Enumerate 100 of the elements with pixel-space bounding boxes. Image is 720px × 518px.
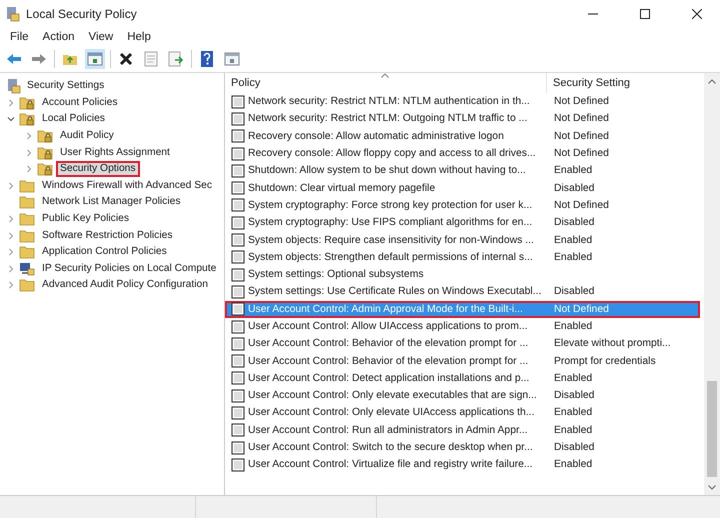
policy-name: User Account Control: Switch to the secure desktop when pr... [247,442,534,454]
security-setting: Enabled [553,407,592,418]
policy-icon [231,181,245,196]
policy-row[interactable]: Network security: Restrict NTLM: NTLM authentication in th... Not Defined [225,93,700,110]
security-setting: Disabled [553,442,594,454]
policy-name: Network security: Restrict NTLM: NTLM authentication in th... [247,96,531,108]
close-icon [692,9,702,19]
security-setting: Enabled [553,252,592,263]
policy-row[interactable]: System objects: Strengthen default permissions of internal s... Enabled [225,248,700,266]
policy-name: User Account Control: Only elevate UIAccess applications th... [247,407,536,418]
window-title: Local Security Policy [26,7,138,21]
policy-icon [231,371,245,386]
tree-item[interactable]: Account Policies [38,94,122,111]
tree-item[interactable]: Security Options [56,161,140,178]
policy-name: User Account Control: Allow UIAccess applications to prom... [247,321,529,332]
tree-item[interactable]: Public Key Policies [38,211,133,228]
tree-item[interactable]: Advanced Audit Policy Configuration [38,277,212,294]
locked-folder-icon [37,162,53,176]
policy-row[interactable]: Shutdown: Clear virtual memory pagefile Disabled [225,179,700,197]
policy-icon [231,320,245,334]
policy-row[interactable]: Network security: Restrict NTLM: Outgoing NTLM traffic to ... Not Defined [225,110,700,128]
security-setting: Not Defined [553,304,609,315]
policy-icon [231,458,245,472]
tree-item[interactable]: Security Settings [25,80,106,92]
folder-icon [19,195,35,210]
help-icon [201,51,213,67]
folder-icon [19,278,35,292]
security-settings-icon [6,78,22,94]
policy-icon [231,406,245,420]
policy-icon [231,354,245,368]
policy-row[interactable]: User Account Control: Only elevate UIAccess applications th... Enabled [225,404,700,422]
policy-row[interactable]: User Account Control: Behavior of the elevation prompt for ... Elevate without prompti... [225,335,700,352]
policy-icon [231,94,245,109]
policy-icon [231,423,245,438]
column-header[interactable]: Security Setting [547,73,687,93]
back-arrow-icon [6,53,22,65]
security-setting: Not Defined [553,130,609,142]
security-setting: Enabled [553,424,592,436]
policy-icon [231,233,245,248]
policy-row[interactable]: User Account Control: Switch to the secure desktop when pr... Disabled [225,438,700,456]
policy-row[interactable]: System cryptography: Force strong key protection for user k... Not Defined [225,196,700,214]
policy-name: Recovery console: Allow automatic administrative logon [247,130,505,142]
policy-name: Shutdown: Allow system to be shut down without having to... [247,165,527,176]
folder-up-icon [62,52,78,66]
security-setting: Disabled [553,182,594,194]
tree-item[interactable]: User Rights Assignment [56,144,174,161]
app-icon [6,6,20,22]
tree-item[interactable]: IP Security Policies on Local Compute [38,260,220,277]
tree-item[interactable]: Software Restriction Policies [38,228,176,244]
security-setting: Enabled [553,321,592,332]
scrollbar-thumb[interactable] [707,381,717,477]
tree-item[interactable]: Application Control Policies [38,244,171,260]
menu-item[interactable]: File [4,30,35,44]
menu-item[interactable]: Help [121,30,157,44]
policy-icon [231,146,245,161]
export-button[interactable] [166,49,186,69]
folder-icon [19,212,35,226]
policy-row[interactable]: User Account Control: Allow UIAccess applications to prom... Enabled [225,318,700,336]
policy-row[interactable]: User Account Control: Virtualize file and registry write failure... Enabled [225,456,700,474]
security-setting: Not Defined [553,96,609,108]
policy-icon [231,388,245,403]
policy-name: System cryptography: Use FIPS compliant algorithms for en... [247,217,534,228]
document-icon [144,51,158,67]
policy-row[interactable]: System settings: Use Certificate Rules on Windows Executabl... Disabled [225,283,700,301]
show-tree-button[interactable] [85,49,105,69]
locked-folder-icon [19,112,35,126]
policy-icon [231,198,245,212]
policy-row[interactable]: User Account Control: Behavior of the elevation prompt for ... Prompt for credentials [225,352,700,370]
locked-folder-icon [37,146,53,160]
policy-row[interactable]: Recovery console: Allow floppy copy and access to all drives... Not Defined [225,144,700,162]
policy-row[interactable]: User Account Control: Only elevate executables that are sign... Disabled [225,387,700,404]
policy-row[interactable]: User Account Control: Run all administrators in Admin Appr... Enabled [225,422,700,439]
security-setting: Not Defined [553,113,609,124]
policy-icon [231,216,245,230]
policy-name: System settings: Use Certificate Rules on Windows Executabl... [247,286,542,298]
policy-row[interactable]: Shutdown: Allow system to be shut down without having to... Enabled [225,162,700,180]
folder-icon [19,178,35,193]
window-icon [87,52,103,66]
security-setting: Not Defined [553,148,609,160]
policy-name: System cryptography: Force strong key protection for user k... [247,200,534,211]
menu-item[interactable]: Action [36,30,80,44]
policy-row[interactable]: Recovery console: Allow automatic administrative logon Not Defined [225,128,700,145]
policy-row[interactable]: User Account Control: Detect application installations and p... Enabled [225,370,700,388]
policy-name: System objects: Require case insensitivity for non-Windows ... [247,234,535,246]
down-caret-icon [708,484,716,490]
policy-name: System settings: Optional subsystems [247,269,425,280]
policy-row[interactable]: System cryptography: Use FIPS compliant algorithms for en... Disabled [225,214,700,232]
computer-icon [19,262,35,276]
policy-icon [231,164,245,178]
tree-item[interactable]: Network List Manager Policies [38,194,184,210]
policy-name: Recovery console: Allow floppy copy and access to all drives... [247,148,537,160]
tree-item[interactable]: Audit Policy [56,128,118,144]
policy-name: User Account Control: Detect application installations and p... [247,372,530,384]
policy-icon [231,284,245,299]
policy-row[interactable]: System objects: Require case insensitivity for non-Windows ... Enabled [225,231,700,249]
tree-item[interactable]: Local Policies [38,111,109,128]
column-header[interactable]: Policy [225,73,547,93]
menu-item[interactable]: View [82,30,120,44]
policy-row[interactable]: System settings: Optional subsystems [225,266,700,284]
tree-item[interactable]: Windows Firewall with Advanced Sec [38,178,216,194]
